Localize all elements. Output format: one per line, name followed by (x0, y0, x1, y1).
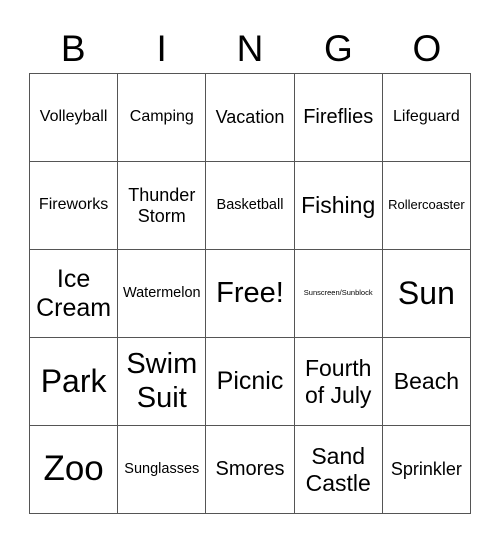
bingo-cell[interactable]: Fishing (294, 162, 383, 250)
header-letter-g: G (324, 28, 353, 69)
bingo-cell[interactable]: Park (30, 338, 119, 426)
bingo-cell[interactable]: Sun (382, 250, 471, 338)
bingo-cell[interactable]: Fourth of July (294, 338, 383, 426)
bingo-cell[interactable]: Volleyball (30, 74, 119, 162)
header-letter-i: I (156, 28, 167, 69)
bingo-cell[interactable]: Fireflies (294, 74, 383, 162)
header-letter-b: B (60, 28, 86, 69)
bingo-cell[interactable]: Picnic (206, 338, 295, 426)
bingo-cell[interactable]: Sprinkler (382, 426, 471, 514)
bingo-grid: Volleyball Camping Vacation Fireflies Li… (29, 73, 471, 514)
bingo-cell[interactable]: Ice Cream (30, 250, 119, 338)
bingo-cell[interactable]: Lifeguard (382, 74, 471, 162)
bingo-cell[interactable]: Sand Castle (294, 426, 383, 514)
bingo-cell[interactable]: Sunglasses (118, 426, 207, 514)
bingo-cell[interactable]: Zoo (30, 426, 119, 514)
bingo-cell[interactable]: Thunder Storm (118, 162, 207, 250)
header-letter-n: N (236, 28, 264, 69)
bingo-cell[interactable]: Camping (118, 74, 207, 162)
bingo-cell[interactable]: Fireworks (30, 162, 119, 250)
bingo-cell[interactable]: Rollercoaster (382, 162, 471, 250)
free-space[interactable]: Free! (206, 250, 295, 338)
bingo-cell[interactable]: Vacation (206, 74, 295, 162)
bingo-cell[interactable]: Watermelon (118, 250, 207, 338)
bingo-cell[interactable]: Smores (206, 426, 295, 514)
bingo-cell[interactable]: Sunscreen/Sunblock (294, 250, 383, 338)
bingo-header: B I N G O (29, 26, 471, 72)
bingo-cell[interactable]: Basketball (206, 162, 295, 250)
header-letter-o: O (412, 28, 442, 69)
bingo-cell[interactable]: Swim Suit (118, 338, 207, 426)
bingo-cell[interactable]: Beach (382, 338, 471, 426)
